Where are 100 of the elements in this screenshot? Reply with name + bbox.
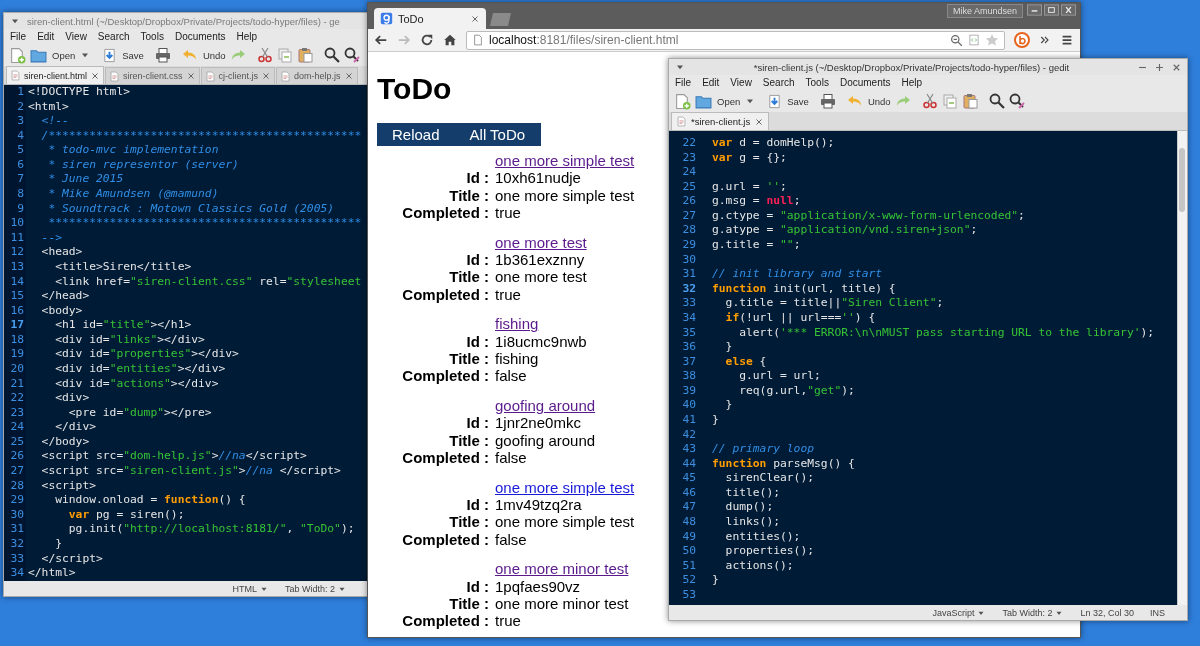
item-link[interactable]: goofing around (495, 396, 596, 415)
field-label: Id : (465, 577, 489, 595)
status-text: INS (1150, 607, 1165, 618)
code-line: req(g.url,"get"); (738, 383, 855, 399)
chevron-icon[interactable] (1039, 34, 1051, 46)
scissors-icon[interactable] (921, 93, 938, 109)
minimize-icon[interactable] (1027, 4, 1042, 16)
document-icon (280, 70, 292, 82)
new-file-icon[interactable] (674, 92, 691, 110)
menu-item[interactable]: File (675, 77, 692, 88)
code-line: <script> (40, 478, 96, 494)
maximize-icon[interactable] (1044, 4, 1059, 16)
code-line: <div id="actions"></div> (54, 376, 219, 392)
line-number: 26 (4, 449, 26, 465)
code-line: var g = {}; (712, 150, 787, 166)
close-icon[interactable] (470, 13, 480, 24)
code-line: actions(); (724, 558, 794, 574)
code-line: <div id="links"></div> (54, 332, 205, 348)
item-link[interactable]: one more simple test (495, 478, 635, 496)
printer-icon[interactable] (819, 93, 836, 109)
menu-item[interactable]: Documents (839, 77, 891, 88)
menu-item[interactable]: Search (762, 77, 795, 88)
extension-icon[interactable] (1014, 32, 1030, 48)
code-line: <div id="properties"></div> (54, 347, 239, 362)
field-label: Completed : (401, 285, 489, 304)
code-line: links(); (724, 515, 780, 530)
home-icon[interactable] (443, 33, 457, 47)
code-line: * siren representor (server) (47, 157, 239, 173)
code-line: ********************************************** (47, 216, 362, 231)
field-value: 1jnr2ne0mkc (495, 414, 582, 432)
close-icon[interactable] (343, 71, 354, 81)
close-icon[interactable] (1061, 4, 1076, 16)
menu-item[interactable]: View (730, 77, 752, 88)
field-label: Title : (448, 513, 489, 531)
undo-button[interactable]: Undo (846, 93, 891, 109)
line-number: 19 (4, 347, 26, 362)
status-dropdown[interactable]: JavaScript (932, 607, 987, 618)
menu-item[interactable]: Edit (702, 77, 720, 88)
code-line: function init(url, title) { (712, 281, 896, 297)
favicon-icon (380, 12, 393, 25)
menu-item[interactable]: Tools (805, 77, 829, 88)
field-value: 10xh61nudje (495, 169, 582, 187)
close-icon[interactable] (90, 70, 101, 81)
menu-icon[interactable] (1060, 33, 1074, 47)
code-line: if(!url || url==='') { (724, 310, 876, 326)
item-link[interactable]: one more minor test (495, 560, 629, 578)
nav-link[interactable]: Reload (392, 126, 440, 143)
code-line: * June 2015 (47, 172, 124, 188)
field-label: Completed : (401, 204, 489, 222)
code-line: <!DOCTYPE html> (28, 85, 131, 100)
item-link[interactable]: fishing (495, 315, 587, 333)
save-button[interactable]: Save (767, 93, 809, 109)
item-link[interactable]: one more simple test (495, 152, 635, 170)
back-icon[interactable] (374, 33, 388, 47)
code-line: g.url = ''; (712, 179, 787, 195)
field-value: fishing (495, 350, 540, 368)
field-value: false (495, 449, 528, 467)
field-label: Title : (448, 594, 489, 613)
search-icon[interactable] (988, 93, 1005, 109)
code-line: </head> (40, 289, 90, 304)
reload-icon[interactable] (420, 33, 434, 47)
browser-tab[interactable]: ToDo (374, 8, 486, 29)
item-link[interactable]: one more test (495, 233, 587, 252)
field-label: Id : (465, 414, 489, 432)
code-line: <script src="dom-help.js">//na</script> (40, 449, 307, 465)
line-number: 5 (4, 143, 26, 158)
code-line: * Soundtrack : Motown Classics Gold (2005) (47, 201, 335, 217)
nav-link[interactable]: All ToDo (469, 126, 526, 143)
file-tab[interactable]: *siren-client.js (671, 112, 770, 130)
maximize-icon[interactable] (1154, 61, 1165, 73)
zoom-icon[interactable] (950, 33, 963, 47)
code-line: g.url = url; (738, 369, 821, 384)
close-icon[interactable] (261, 71, 272, 81)
line-number: 34 (4, 566, 26, 581)
code-line: sirenClear(); (724, 471, 815, 486)
code-line: /********************************************** (40, 128, 362, 144)
profile-button[interactable]: Mike Amundsen (946, 4, 1023, 18)
line-number: 22 (4, 391, 26, 406)
scrollbar[interactable] (1177, 131, 1187, 605)
line-number: 31 (4, 522, 26, 537)
field-label: Id : (465, 169, 489, 187)
document-icon (10, 70, 21, 81)
page-heading: ToDo (377, 72, 452, 106)
address-bar[interactable]: localhost:8181/files/siren-client.html (466, 30, 1005, 50)
line-number: 10 (4, 216, 26, 231)
open-button[interactable]: Open (695, 92, 741, 110)
close-icon[interactable] (754, 116, 765, 127)
menu-item[interactable]: Help (901, 77, 923, 88)
document-icon (676, 116, 687, 127)
code-line: window.onload = function() { (54, 493, 246, 508)
magnifier-pencil-icon[interactable] (1008, 93, 1025, 109)
code-line: <body> (40, 303, 83, 319)
close-icon[interactable] (185, 71, 196, 81)
field-value: 1i8ucmc9nwb (495, 332, 587, 351)
clipboard-icon[interactable] (961, 93, 978, 109)
code-line: else { (724, 354, 767, 370)
star-icon[interactable] (985, 33, 999, 47)
status-dropdown[interactable]: Tab Width: 2 (1002, 607, 1065, 618)
code-line: } (54, 536, 62, 552)
code-line: * todo-mvc implementation (47, 143, 219, 158)
